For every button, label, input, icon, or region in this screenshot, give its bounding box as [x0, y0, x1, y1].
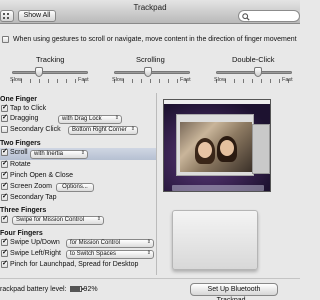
two-fingers-header: Two Fingers	[0, 140, 41, 147]
pinch-launchpad-option[interactable]: Pinch for Launchpad, Spread for Desktop	[1, 259, 139, 271]
scrolling-fast-label: Fast	[180, 77, 191, 83]
secondary-click-popup[interactable]: Bottom Right Corner ⇕	[68, 126, 138, 135]
battery-label: rackpad battery level:	[0, 286, 67, 293]
preview-photo	[180, 122, 252, 172]
double-click-slider-knob[interactable]	[253, 67, 262, 77]
search-icon	[242, 13, 250, 21]
swipe-up-down-popup-value: for Mission Control	[70, 240, 121, 246]
pinch-launchpad-checkbox[interactable]	[1, 259, 8, 268]
scroll-direction-checkbox[interactable]	[2, 36, 9, 43]
swipe-up-down-checkbox[interactable]	[1, 237, 8, 246]
pinch-launchpad-label: Pinch for Launchpad, Spread for Desktop	[10, 261, 139, 268]
swipe-up-down-popup[interactable]: for Mission Control ⇕	[66, 239, 154, 248]
battery-status: rackpad battery level: 92%	[0, 286, 98, 293]
swipe-left-right-checkbox[interactable]	[1, 248, 8, 257]
search-field[interactable]	[238, 10, 300, 22]
secondary-click-popup-value: Bottom Right Corner	[72, 127, 127, 133]
tracking-slider[interactable]	[12, 67, 88, 83]
swipe-left-right-label: Swipe Left/Right	[10, 250, 61, 257]
dragging-option[interactable]: Dragging	[1, 113, 39, 125]
scroll-direction-label: When using gestures to scroll or navigat…	[12, 36, 297, 44]
tracking-fast-label: Fast	[78, 77, 89, 83]
three-finger-popup[interactable]: Swipe for Mission Control ⇕	[12, 216, 104, 225]
pinch-option[interactable]: Pinch Open & Close	[1, 170, 74, 182]
scrolling-slow-label: Slow	[112, 77, 124, 83]
show-all-button[interactable]: Show All	[18, 10, 56, 22]
pinch-label: Pinch Open & Close	[10, 172, 74, 179]
battery-icon	[69, 286, 84, 293]
double-click-title: Double-Click	[232, 55, 275, 64]
pane-divider	[156, 93, 157, 275]
double-click-slow-label: Slow	[214, 77, 226, 83]
tracking-slider-knob[interactable]	[34, 67, 43, 77]
popup-arrows-icon: ⇕	[130, 126, 135, 132]
scroll-popup[interactable]: with Inertia ⇕	[30, 150, 88, 159]
dragging-popup[interactable]: with Drag Lock ⇕	[58, 115, 122, 124]
footer-bar: rackpad battery level: 92% Set Up Bluetoo…	[0, 278, 300, 300]
scroll-label: Scroll	[10, 149, 28, 156]
popup-arrows-icon: ⇕	[146, 239, 151, 245]
rotate-checkbox[interactable]	[1, 159, 8, 168]
battery-value: 92%	[83, 286, 98, 293]
double-click-fast-label: Fast	[282, 77, 293, 83]
secondary-click-option[interactable]: Secondary Click	[1, 126, 61, 136]
zoom-options-button[interactable]: Options...	[56, 183, 94, 192]
one-finger-header: One Finger	[0, 96, 37, 103]
scroll-direction-option[interactable]: When using gestures to scroll or navigat…	[2, 36, 297, 43]
scroll-checkbox[interactable]	[1, 147, 8, 156]
dragging-checkbox[interactable]	[1, 113, 8, 122]
window-titlebar: Trackpad Show All	[0, 0, 300, 24]
three-fingers-header: Three Fingers	[0, 207, 47, 214]
swipe-left-right-popup[interactable]: to Switch Spaces ⇕	[66, 250, 154, 259]
four-fingers-header: Four Fingers	[0, 230, 43, 237]
preview-dock	[172, 185, 264, 191]
secondary-tap-label: Secondary Tap	[10, 194, 57, 201]
popup-arrows-icon: ⇕	[96, 216, 101, 222]
tap-to-click-label: Tap to Click	[10, 105, 47, 112]
dragging-label: Dragging	[10, 115, 39, 122]
three-finger-option[interactable]	[1, 214, 8, 226]
three-finger-checkbox[interactable]	[1, 214, 8, 223]
scrolling-title: Scrolling	[136, 55, 165, 64]
screen-zoom-label: Screen Zoom	[10, 183, 53, 190]
preview-photo-window	[176, 114, 254, 176]
secondary-tap-option[interactable]: Secondary Tap	[1, 192, 57, 204]
secondary-click-checkbox[interactable]	[1, 126, 8, 133]
scrolling-slider-knob[interactable]	[144, 67, 153, 77]
swipe-up-down-option[interactable]: Swipe Up/Down	[1, 237, 60, 249]
tracking-slow-label: Slow	[10, 77, 22, 83]
swipe-left-right-popup-value: to Switch Spaces	[70, 251, 117, 257]
gesture-preview-video	[163, 99, 271, 192]
trackpad-illustration	[172, 210, 258, 270]
popup-arrows-icon: ⇕	[114, 115, 119, 121]
scroll-popup-value: with Inertia	[34, 151, 64, 157]
double-click-slider[interactable]	[216, 67, 292, 83]
tracking-title: Tracking	[36, 55, 65, 64]
popup-arrows-icon: ⇕	[146, 250, 151, 256]
setup-bluetooth-trackpad-button[interactable]: Set Up Bluetooth Trackpad...	[190, 283, 278, 300]
dragging-popup-value: with Drag Lock	[62, 116, 102, 122]
pinch-checkbox[interactable]	[1, 170, 8, 179]
rotate-label: Rotate	[10, 161, 31, 168]
scrolling-slider[interactable]	[114, 67, 190, 83]
grid-view-button[interactable]	[0, 10, 14, 22]
three-finger-popup-value: Swipe for Mission Control	[16, 217, 85, 223]
secondary-click-label: Secondary Click	[10, 126, 61, 133]
secondary-tap-checkbox[interactable]	[1, 192, 8, 201]
tap-to-click-checkbox[interactable]	[1, 103, 8, 112]
screen-zoom-option[interactable]: Screen Zoom	[1, 181, 53, 193]
swipe-left-right-option[interactable]: Swipe Left/Right	[1, 248, 61, 260]
swipe-up-down-label: Swipe Up/Down	[10, 239, 60, 246]
screen-zoom-checkbox[interactable]	[1, 181, 8, 190]
popup-arrows-icon: ⇕	[80, 150, 85, 156]
